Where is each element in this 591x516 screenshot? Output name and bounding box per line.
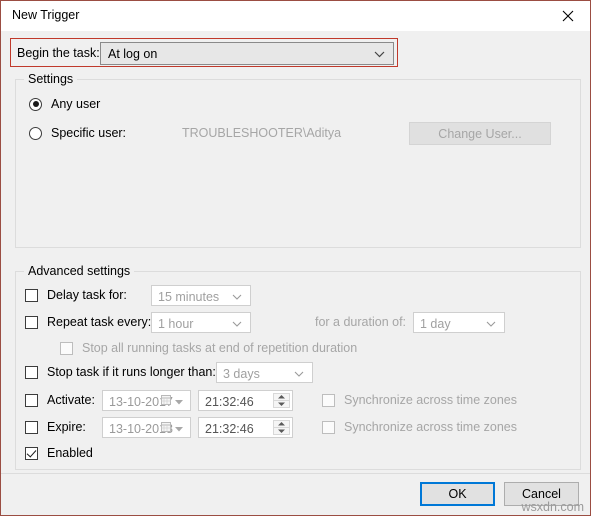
checkbox-stop-all-running-indicator <box>60 341 73 355</box>
chevron-down-icon <box>175 392 183 410</box>
repeat-task-value: 1 hour <box>158 317 194 331</box>
checkbox-repeat-task-indicator <box>25 315 38 329</box>
watermark: wsxdn.com <box>521 500 584 514</box>
expire-date-picker[interactable]: 13-10-2018 <box>102 417 191 438</box>
begin-task-value: At log on <box>108 47 158 61</box>
begin-task-highlight: Begin the task: At log on <box>10 38 398 67</box>
activate-time-spinner[interactable]: 21:32:46 <box>198 390 293 411</box>
checkbox-activate-indicator <box>25 393 38 407</box>
expire-time-spin-buttons[interactable] <box>273 420 290 435</box>
checkbox-delay-task-label: Delay task for: <box>47 288 127 302</box>
radio-specific-user[interactable]: Specific user: <box>29 126 126 140</box>
checkbox-expire-indicator <box>25 420 38 434</box>
checkbox-stop-all-running[interactable]: Stop all running tasks at end of repetit… <box>60 341 357 355</box>
ok-button[interactable]: OK <box>420 482 495 506</box>
calendar-icon <box>161 419 171 437</box>
footer-separator <box>1 473 590 474</box>
checkbox-enabled-indicator <box>25 446 38 460</box>
chevron-down-icon <box>175 419 183 437</box>
chevron-down-icon <box>232 314 242 332</box>
radio-any-user-indicator <box>29 97 42 111</box>
duration-label: for a duration of: <box>315 315 407 329</box>
change-user-button[interactable]: Change User... <box>409 122 551 145</box>
checkbox-stop-all-running-label: Stop all running tasks at end of repetit… <box>82 341 358 355</box>
chevron-down-icon <box>486 314 496 332</box>
checkbox-sync-expire-label: Synchronize across time zones <box>344 420 517 434</box>
window-title: New Trigger <box>12 8 80 22</box>
checkbox-sync-activate-label: Synchronize across time zones <box>344 393 517 407</box>
close-icon <box>562 10 574 22</box>
checkbox-stop-task-longer-label: Stop task if it runs longer than: <box>47 365 216 379</box>
chevron-down-icon <box>232 287 242 305</box>
checkbox-sync-expire[interactable]: Synchronize across time zones <box>322 420 517 434</box>
title-bar: New Trigger <box>1 1 590 32</box>
checkbox-activate[interactable]: Activate: <box>25 393 95 407</box>
advanced-settings-legend: Advanced settings <box>24 264 135 278</box>
spin-down-icon[interactable] <box>273 401 290 408</box>
begin-task-label: Begin the task: <box>17 46 100 60</box>
checkbox-enabled[interactable]: Enabled <box>25 446 93 460</box>
radio-any-user[interactable]: Any user <box>29 97 100 111</box>
close-button[interactable] <box>545 1 590 30</box>
radio-specific-user-label: Specific user: <box>51 126 127 140</box>
checkbox-delay-task[interactable]: Delay task for: <box>25 288 127 302</box>
checkbox-stop-task-longer[interactable]: Stop task if it runs longer than: <box>25 365 216 379</box>
repeat-task-combobox[interactable]: 1 hour <box>151 312 251 333</box>
settings-legend: Settings <box>24 72 78 86</box>
checkbox-sync-activate-indicator <box>322 393 335 407</box>
checkbox-stop-task-longer-indicator <box>25 365 38 379</box>
chevron-down-icon <box>374 45 385 63</box>
checkbox-activate-label: Activate: <box>47 393 95 407</box>
checkbox-sync-expire-indicator <box>322 420 335 434</box>
checkbox-repeat-task-label: Repeat task every: <box>47 315 152 329</box>
activate-time-spin-buttons[interactable] <box>273 393 290 408</box>
activate-date-picker[interactable]: 13-10-2017 <box>102 390 191 411</box>
new-trigger-dialog: New Trigger Begin the task: At log on Se… <box>0 0 591 516</box>
stop-task-longer-value: 3 days <box>223 367 260 381</box>
checkbox-expire-label: Expire: <box>47 420 86 434</box>
checkbox-repeat-task[interactable]: Repeat task every: <box>25 315 151 329</box>
radio-specific-user-indicator <box>29 126 42 140</box>
begin-task-combobox[interactable]: At log on <box>100 42 394 65</box>
duration-combobox[interactable]: 1 day <box>413 312 505 333</box>
calendar-icon <box>161 392 171 410</box>
radio-any-user-label: Any user <box>51 97 101 111</box>
checkbox-enabled-label: Enabled <box>47 446 93 460</box>
change-user-button-label: Change User... <box>438 126 522 141</box>
activate-time-value: 21:32:46 <box>205 395 254 409</box>
stop-task-longer-combobox[interactable]: 3 days <box>216 362 313 383</box>
chevron-down-icon <box>294 364 304 382</box>
specific-user-name: TROUBLESHOOTER\Aditya <box>182 126 342 140</box>
checkbox-sync-activate[interactable]: Synchronize across time zones <box>322 393 517 407</box>
checkbox-expire[interactable]: Expire: <box>25 420 86 434</box>
duration-value: 1 day <box>420 317 451 331</box>
expire-time-spinner[interactable]: 21:32:46 <box>198 417 293 438</box>
delay-task-combobox[interactable]: 15 minutes <box>151 285 251 306</box>
ok-button-label: OK <box>448 487 467 501</box>
spin-up-icon[interactable] <box>273 420 290 428</box>
delay-task-value: 15 minutes <box>158 290 220 304</box>
cancel-button-label: Cancel <box>522 487 561 501</box>
checkbox-delay-task-indicator <box>25 288 38 302</box>
expire-time-value: 21:32:46 <box>205 422 254 436</box>
spin-down-icon[interactable] <box>273 428 290 435</box>
spin-up-icon[interactable] <box>273 393 290 401</box>
